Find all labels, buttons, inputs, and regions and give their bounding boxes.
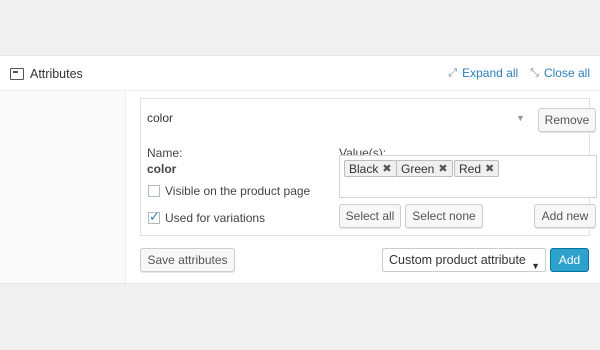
select-none-button[interactable]: Select none <box>405 204 483 228</box>
attributes-panel: Attributes ⤢ Expand all ⤡ Close all colo… <box>0 55 600 284</box>
attribute-type-value: Custom product attribute <box>389 253 526 267</box>
add-attribute-button[interactable]: Add <box>550 248 589 272</box>
value-tag: Red ✖ <box>454 160 500 177</box>
variations-label: Used for variations <box>165 211 266 225</box>
collapse-caret-icon[interactable]: ▼ <box>516 113 525 123</box>
attributes-content: color ▼ Remove Name: color Value(s): Bla… <box>126 91 600 283</box>
select-arrow-icon: ▼ <box>531 261 540 271</box>
collapse-icon: ⤡ <box>530 67 539 79</box>
attribute-type-select[interactable]: Custom product attribute ▼ <box>382 248 546 272</box>
value-tag: Green ✖ <box>396 160 453 177</box>
values-input[interactable]: Black ✖ Green ✖ Red ✖ <box>339 155 597 198</box>
attribute-box: color ▼ Remove Name: color Value(s): Bla… <box>140 98 597 236</box>
visible-checkbox[interactable] <box>148 185 160 197</box>
expand-icon: ⤢ <box>448 67 458 79</box>
attributes-box-icon <box>10 68 24 80</box>
expand-all-link[interactable]: ⤢ Expand all <box>448 66 518 80</box>
panel-header: Attributes ⤢ Expand all ⤡ Close all <box>0 56 600 91</box>
value-tag-label: Black <box>349 161 379 176</box>
remove-tag-icon[interactable]: ✖ <box>438 161 447 177</box>
remove-tag-icon[interactable]: ✖ <box>485 161 494 177</box>
attribute-title: color <box>147 111 174 125</box>
value-tag: Black ✖ <box>344 160 397 177</box>
value-tag-label: Green <box>401 161 435 176</box>
remove-tag-icon[interactable]: ✖ <box>382 161 391 177</box>
close-all-link[interactable]: ⤡ Close all <box>530 66 590 80</box>
add-new-button[interactable]: Add new <box>534 204 596 228</box>
visible-label: Visible on the product page <box>165 184 311 198</box>
product-data-sidebar <box>0 91 126 283</box>
panel-title-wrap: Attributes <box>10 66 83 82</box>
name-label: Name: <box>147 146 183 160</box>
close-all-label: Close all <box>543 66 590 80</box>
select-all-button[interactable]: Select all <box>339 204 401 228</box>
value-tag-label: Red <box>459 161 482 176</box>
variations-checkbox[interactable] <box>148 209 160 225</box>
expand-all-label: Expand all <box>462 66 519 80</box>
attributes-toolbar: Save attributes Custom product attribute… <box>126 234 600 283</box>
name-value: color <box>147 162 177 176</box>
panel-title: Attributes <box>30 67 83 81</box>
remove-button[interactable]: Remove <box>538 108 596 132</box>
panel-actions: ⤢ Expand all ⤡ Close all <box>448 66 590 80</box>
attribute-row-header[interactable]: color ▼ Remove <box>141 99 596 137</box>
save-attributes-button[interactable]: Save attributes <box>140 248 235 272</box>
